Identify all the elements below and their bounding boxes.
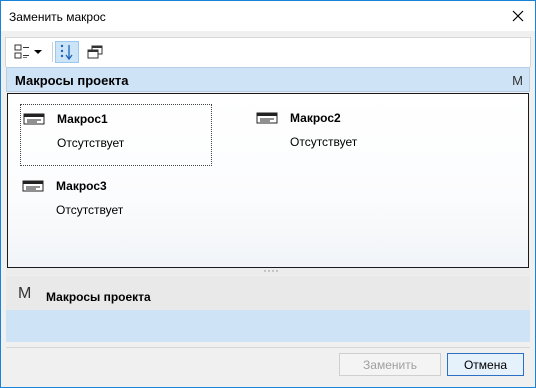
- window-title: Заменить макрос: [9, 10, 106, 24]
- sort-button[interactable]: [55, 41, 79, 63]
- macro-name: Макрос1: [57, 112, 108, 126]
- sort-order-icon: [60, 44, 73, 61]
- project-macros-header[interactable]: Макросы проекта M: [6, 67, 530, 92]
- view-mode-button[interactable]: [12, 41, 44, 63]
- grip-dots-icon: [264, 270, 278, 272]
- details-title: Макросы проекта: [46, 290, 151, 304]
- macro-icon: [23, 113, 45, 125]
- macro-status: Отсутствует: [290, 135, 358, 149]
- details-band: [6, 310, 530, 342]
- copy-windows-icon: [87, 45, 103, 59]
- panel-splitter[interactable]: [6, 268, 530, 275]
- macro-icon: [22, 180, 44, 192]
- macro-tile-2[interactable]: Макрос2 Отсутствует: [254, 104, 446, 166]
- replace-button[interactable]: Заменить: [339, 353, 441, 376]
- copy-button[interactable]: [83, 41, 107, 63]
- section-title: Макросы проекта: [15, 73, 129, 88]
- details-panel: M Макросы проекта: [6, 276, 530, 342]
- macro-status: Отсутствует: [57, 136, 125, 150]
- close-icon: [512, 10, 524, 22]
- cancel-button[interactable]: Отмена: [447, 353, 524, 376]
- close-button[interactable]: [501, 1, 535, 31]
- toolbar-separator: [52, 42, 53, 62]
- list-view-dropdown-icon: [14, 44, 42, 59]
- toolbar: [5, 37, 531, 67]
- details-badge: M: [18, 285, 32, 302]
- macro-name: Макрос3: [56, 179, 107, 193]
- footer-divider: [6, 347, 530, 348]
- macro-tile-1[interactable]: Макрос1 Отсутствует: [20, 104, 212, 166]
- macro-tile-3[interactable]: Макрос3 Отсутствует: [20, 172, 212, 234]
- title-bar: Заменить макрос: [1, 1, 535, 31]
- macro-name: Макрос2: [290, 111, 341, 125]
- macro-icon: [256, 112, 278, 124]
- section-badge: M: [512, 73, 523, 88]
- replace-macro-dialog: Заменить макрос Макросы проекта M Макрос…: [0, 0, 536, 388]
- macro-status: Отсутствует: [56, 203, 124, 217]
- macro-list: Макрос1 Отсутствует Макрос2 Отсутствует …: [7, 93, 529, 268]
